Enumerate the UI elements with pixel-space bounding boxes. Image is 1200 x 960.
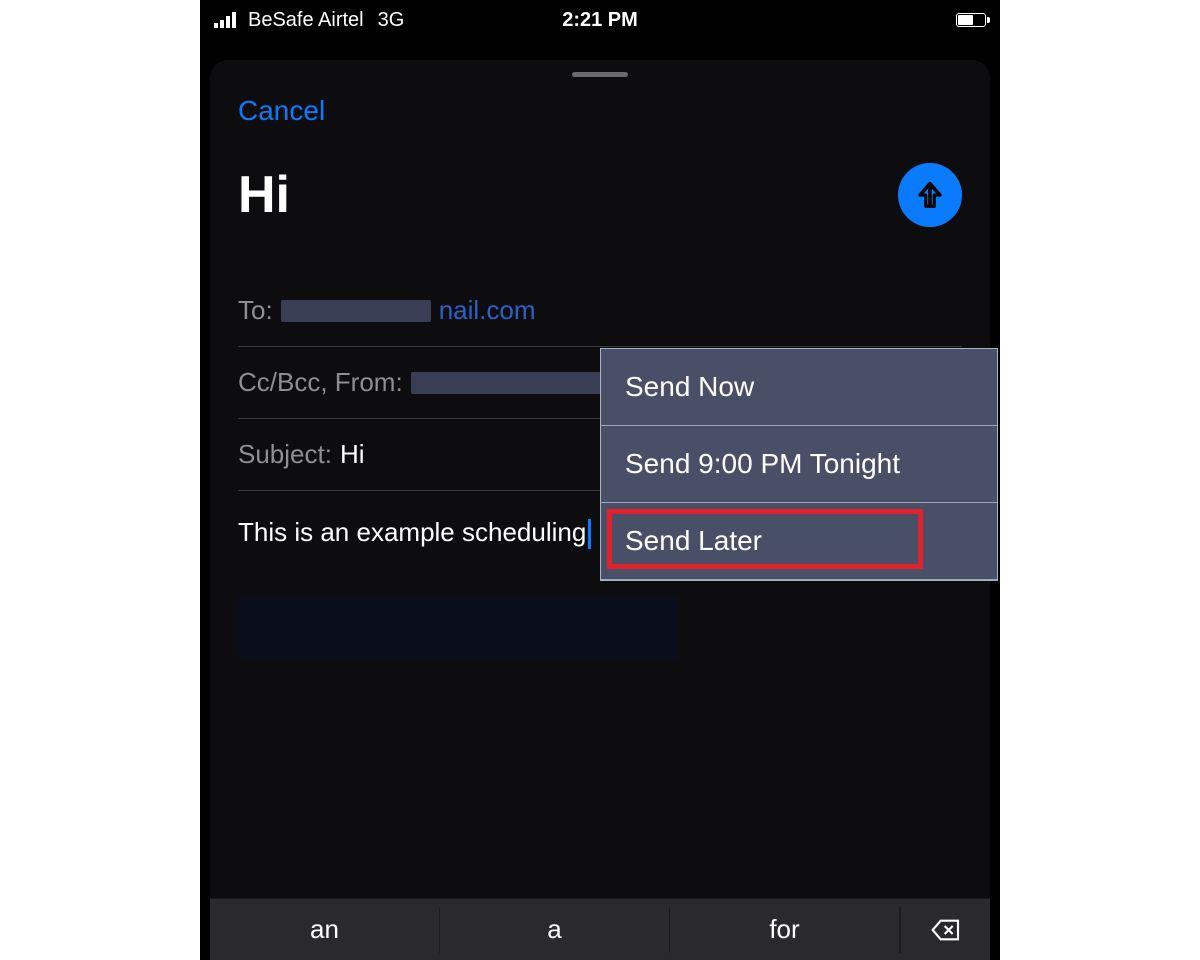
to-field[interactable]: To: nail.com (238, 275, 962, 347)
suggestion-2[interactable]: a (440, 907, 670, 953)
status-right (956, 13, 986, 27)
delete-key[interactable] (900, 907, 990, 953)
menu-send-now[interactable]: Send Now (601, 349, 997, 426)
phone-frame: BeSafe Airtel 3G 2:21 PM Cancel Hi To: n… (200, 0, 1000, 960)
ccbcc-label: Cc/Bcc, From: (238, 367, 403, 398)
backspace-icon (930, 914, 962, 946)
text-cursor (588, 519, 591, 549)
to-label: To: (238, 295, 273, 326)
body-text: This is an example scheduling (238, 517, 586, 547)
subject-title: Hi (238, 165, 290, 225)
from-redacted (411, 372, 601, 394)
subject-value: Hi (340, 439, 365, 470)
status-left: BeSafe Airtel 3G (214, 9, 404, 32)
clock: 2:21 PM (562, 9, 638, 32)
suggestion-1[interactable]: an (210, 907, 440, 953)
status-bar: BeSafe Airtel 3G 2:21 PM (200, 0, 1000, 40)
to-email-suffix: nail.com (439, 295, 536, 326)
compose-sheet: Cancel Hi To: nail.com Cc/Bcc, From: Sub… (210, 60, 990, 960)
carrier-label: BeSafe Airtel (248, 9, 364, 32)
arrow-up-icon (913, 178, 947, 212)
send-options-menu: Send Now Send 9:00 PM Tonight Send Later (600, 348, 998, 581)
compose-header: Hi (210, 145, 990, 275)
keyboard-suggestion-bar: an a for (210, 898, 990, 960)
battery-icon (956, 13, 986, 27)
signal-icon (214, 12, 236, 28)
menu-send-tonight[interactable]: Send 9:00 PM Tonight (601, 426, 997, 503)
send-button[interactable] (898, 163, 962, 227)
suggestion-3[interactable]: for (670, 907, 900, 953)
attachment-placeholder (238, 597, 678, 659)
network-label: 3G (378, 9, 405, 32)
menu-send-later[interactable]: Send Later (601, 503, 997, 580)
subject-label: Subject: (238, 439, 332, 470)
to-redacted (281, 300, 431, 322)
cancel-button[interactable]: Cancel (210, 87, 353, 145)
sheet-grabber[interactable] (572, 72, 628, 77)
